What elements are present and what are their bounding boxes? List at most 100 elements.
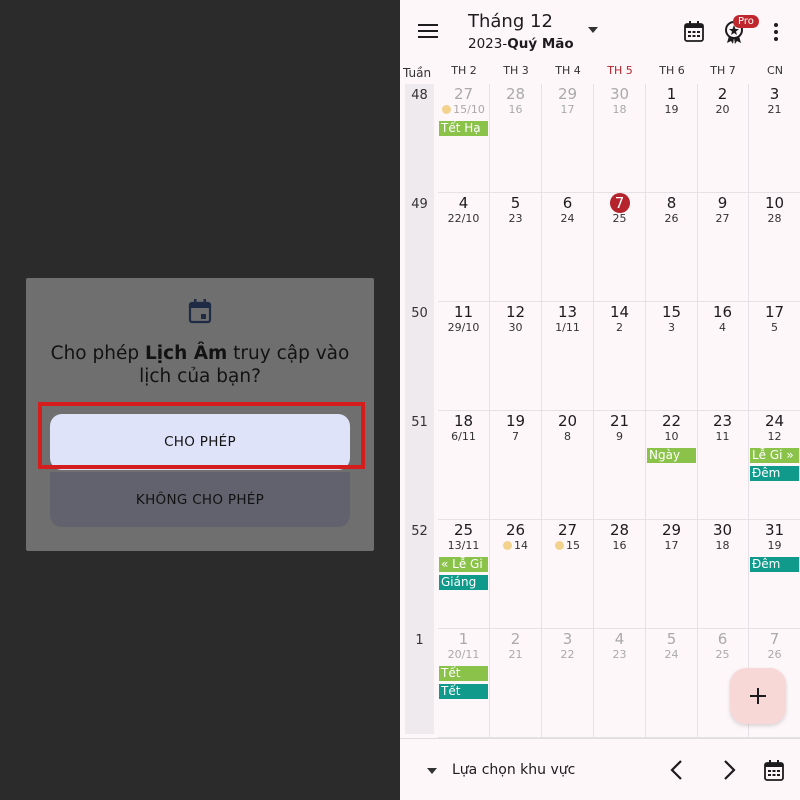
lunar-date: 15/10 bbox=[438, 103, 489, 116]
day-cell[interactable]: 5 24 bbox=[646, 629, 698, 738]
day-cell[interactable]: 1 19 bbox=[646, 84, 698, 193]
day-cell[interactable]: 30 18 bbox=[594, 84, 646, 193]
solar-date: 10 bbox=[764, 194, 785, 212]
calendar-view-icon[interactable] bbox=[684, 21, 704, 43]
day-cell[interactable]: 12 30 bbox=[490, 302, 542, 411]
day-cell[interactable]: 30 18 bbox=[697, 520, 749, 629]
chevron-down-icon[interactable] bbox=[427, 768, 437, 774]
day-cell[interactable]: 14 2 bbox=[594, 302, 646, 411]
solar-date: 6 bbox=[717, 630, 728, 648]
solar-date: 2 bbox=[510, 630, 521, 648]
menu-icon[interactable] bbox=[418, 21, 438, 41]
day-cell[interactable]: 11 29/10 bbox=[438, 302, 490, 411]
solar-date: 24 bbox=[764, 412, 785, 430]
month-title[interactable]: Tháng 12 bbox=[468, 11, 553, 32]
day-cell[interactable]: 22 10 Ngày bbox=[646, 411, 698, 520]
lunar-date: 20/11 bbox=[447, 648, 480, 661]
day-cell[interactable]: 2 21 bbox=[490, 629, 542, 738]
solar-date: 14 bbox=[609, 303, 630, 321]
day-cell[interactable]: 19 7 bbox=[490, 411, 542, 520]
event-chip[interactable]: « Lễ Gi bbox=[439, 557, 488, 572]
day-cell[interactable]: 15 3 bbox=[646, 302, 698, 411]
day-cell[interactable]: 21 9 bbox=[594, 411, 646, 520]
lunar-date: 2 bbox=[616, 321, 623, 334]
solar-date: 1 bbox=[458, 630, 469, 648]
solar-date: 25 bbox=[453, 521, 474, 539]
region-selector[interactable]: Lựa chọn khu vực bbox=[452, 762, 575, 778]
day-cell[interactable]: 6 24 bbox=[542, 193, 594, 302]
day-header: TH 5 bbox=[607, 64, 633, 77]
lunar-date: 8 bbox=[564, 430, 571, 443]
event-chip[interactable]: Đêm bbox=[750, 557, 799, 572]
pro-badge: Pro bbox=[733, 15, 759, 28]
allow-button[interactable]: CHO PHÉP bbox=[50, 414, 350, 470]
day-cell[interactable]: 13 1/11 bbox=[542, 302, 594, 411]
day-cell[interactable]: 26 14 bbox=[490, 520, 542, 629]
week-number: 49 bbox=[411, 197, 428, 212]
solar-date: 27 bbox=[453, 85, 474, 103]
day-cell[interactable]: 4 22/10 bbox=[438, 193, 490, 302]
more-vert-icon[interactable] bbox=[770, 22, 782, 42]
day-cell[interactable]: 27 15 bbox=[542, 520, 594, 629]
day-cell[interactable]: 20 8 bbox=[542, 411, 594, 520]
event-chip[interactable]: Giáng bbox=[439, 575, 488, 590]
chevron-right-icon[interactable] bbox=[720, 759, 738, 781]
day-cell[interactable]: 16 4 bbox=[697, 302, 749, 411]
day-cell-today[interactable]: 7 25 bbox=[594, 193, 646, 302]
day-header: TH 3 bbox=[503, 64, 529, 77]
day-cell[interactable]: 28 16 bbox=[594, 520, 646, 629]
day-cell[interactable]: 9 27 bbox=[697, 193, 749, 302]
day-cell[interactable]: 2 20 bbox=[697, 84, 749, 193]
solar-date: 31 bbox=[764, 521, 785, 539]
lunar-date: 28 bbox=[767, 212, 782, 225]
deny-button[interactable]: KHÔNG CHO PHÉP bbox=[50, 472, 350, 527]
day-cell[interactable]: 23 11 bbox=[697, 411, 749, 520]
day-cell[interactable]: 1 20/11 Tết Tết bbox=[438, 629, 490, 738]
week-number: 1 bbox=[415, 633, 424, 648]
event-chip[interactable]: Lễ Gi » bbox=[750, 448, 799, 463]
event-chip[interactable]: Tết Hạ bbox=[439, 121, 488, 136]
solar-date: 5 bbox=[510, 194, 521, 212]
day-cell[interactable]: 25 13/11 « Lễ Gi Giáng bbox=[438, 520, 490, 629]
day-cell[interactable]: 3 21 bbox=[749, 84, 800, 193]
event-chip[interactable]: Đêm bbox=[750, 466, 799, 481]
day-cell[interactable]: 5 23 bbox=[490, 193, 542, 302]
solar-date: 3 bbox=[769, 85, 780, 103]
solar-date: 12 bbox=[505, 303, 526, 321]
day-cell[interactable]: 24 12 Lễ Gi » Đêm bbox=[749, 411, 800, 520]
year-number: 2023- bbox=[468, 36, 508, 52]
lunar-year-name: Quý Mão bbox=[507, 36, 574, 52]
day-cell[interactable]: 8 26 bbox=[646, 193, 698, 302]
dialog-title: Cho phép Lịch Âm truy cập vào lịch của b… bbox=[40, 342, 360, 388]
day-cell[interactable]: 27 15/10 Tết Hạ bbox=[438, 84, 490, 193]
solar-date: 29 bbox=[661, 521, 682, 539]
chevron-left-icon[interactable] bbox=[668, 759, 686, 781]
lunar-date: 21 bbox=[508, 648, 523, 661]
lunar-date: 26 bbox=[767, 648, 782, 661]
day-cell[interactable]: 18 6/11 bbox=[438, 411, 490, 520]
today-calendar-icon[interactable] bbox=[764, 760, 784, 782]
week-number: 48 bbox=[411, 88, 428, 103]
day-cell[interactable]: 29 17 bbox=[542, 84, 594, 193]
solar-date: 9 bbox=[717, 194, 728, 212]
week-column-header: Tuần bbox=[403, 66, 432, 80]
lunar-date: 20 bbox=[715, 103, 730, 116]
day-cell[interactable]: 4 23 bbox=[594, 629, 646, 738]
chevron-down-icon[interactable] bbox=[588, 27, 598, 33]
lunar-date: 30 bbox=[508, 321, 523, 334]
day-cell[interactable]: 17 5 bbox=[749, 302, 800, 411]
lunar-date: 1/11 bbox=[555, 321, 580, 334]
day-cell[interactable]: 10 28 bbox=[749, 193, 800, 302]
solar-date: 26 bbox=[505, 521, 526, 539]
event-chip[interactable]: Tết bbox=[439, 666, 488, 681]
calendar-icon bbox=[188, 299, 212, 324]
day-cell[interactable]: 3 22 bbox=[542, 629, 594, 738]
event-chip[interactable]: Tết bbox=[439, 684, 488, 699]
day-cell[interactable]: 31 19 Đêm bbox=[749, 520, 800, 629]
year-subtitle[interactable]: 2023-Quý Mão bbox=[468, 36, 574, 52]
add-event-button[interactable] bbox=[730, 668, 786, 724]
lunar-date: 19 bbox=[664, 103, 679, 116]
day-cell[interactable]: 29 17 bbox=[646, 520, 698, 629]
day-cell[interactable]: 28 16 bbox=[490, 84, 542, 193]
event-chip[interactable]: Ngày bbox=[647, 448, 696, 463]
